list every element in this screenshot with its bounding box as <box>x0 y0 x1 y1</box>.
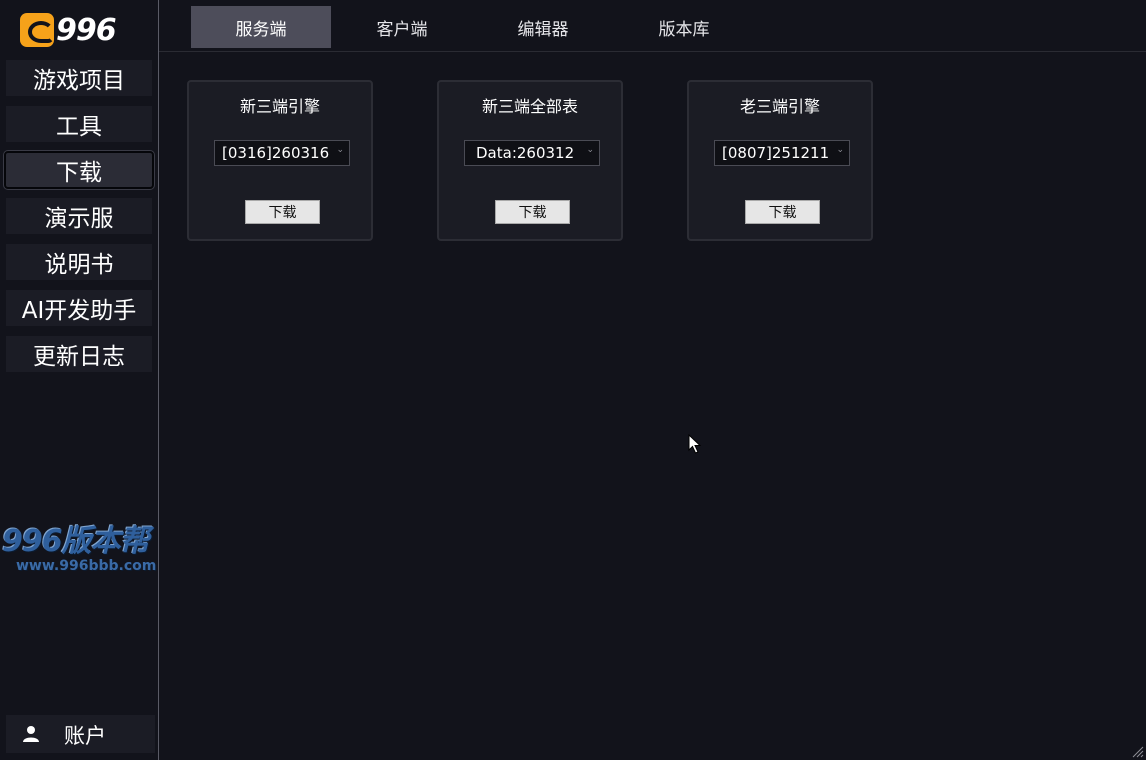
user-icon <box>23 726 39 742</box>
logo: 996 <box>20 12 134 48</box>
download-card-new-data: 新三端全部表 Data:260312 ⌄ 下载 <box>437 80 623 241</box>
chevron-down-icon: ⌄ <box>836 145 844 155</box>
download-button[interactable]: 下载 <box>245 200 320 224</box>
mouse-cursor-icon <box>688 434 702 454</box>
sidebar-item-tools[interactable]: 工具 <box>6 106 152 142</box>
download-card-old-engine: 老三端引擎 [0807]251211 ⌄ 下载 <box>687 80 873 241</box>
tab-bar: 服务端 客户端 编辑器 版本库 <box>159 0 1146 52</box>
card-title: 新三端引擎 <box>239 97 320 116</box>
sidebar-item-projects[interactable]: 游戏项目 <box>6 60 152 96</box>
card-title: 新三端全部表 <box>481 97 578 116</box>
download-card-new-engine: 新三端引擎 [0316]260316 ⌄ 下载 <box>187 80 373 241</box>
sidebar-item-manual[interactable]: 说明书 <box>6 244 152 280</box>
download-button[interactable]: 下载 <box>745 200 820 224</box>
resize-grip-icon[interactable] <box>1132 746 1144 758</box>
account-button[interactable]: 账户 <box>6 715 155 753</box>
sidebar-item-ai-assistant[interactable]: AI开发助手 <box>6 290 152 326</box>
version-select[interactable]: [0807]251211 ⌄ <box>714 140 850 166</box>
sidebar-item-download[interactable]: 下载 <box>4 151 154 189</box>
account-label: 账户 <box>64 724 106 748</box>
tab-version-library[interactable]: 版本库 <box>614 6 754 48</box>
version-select[interactable]: Data:260312 ⌄ <box>464 140 600 166</box>
tab-server[interactable]: 服务端 <box>191 6 331 48</box>
sidebar-divider <box>158 0 159 760</box>
version-select-value: Data:260312 <box>476 144 575 162</box>
watermark-url: www.996bbb.com <box>16 558 157 574</box>
sidebar-item-changelog[interactable]: 更新日志 <box>6 336 152 372</box>
version-select-value: [0807]251211 <box>722 144 830 162</box>
sidebar-item-demo-server[interactable]: 演示服 <box>6 198 152 234</box>
chevron-down-icon: ⌄ <box>586 145 594 155</box>
watermark: 996版本帮 www.996bbb.com <box>0 506 210 584</box>
version-select-value: [0316]260316 <box>222 144 330 162</box>
card-title: 老三端引擎 <box>739 97 820 116</box>
chevron-down-icon: ⌄ <box>336 145 344 155</box>
download-button[interactable]: 下载 <box>495 200 570 224</box>
tab-client[interactable]: 客户端 <box>332 6 472 48</box>
version-select[interactable]: [0316]260316 ⌄ <box>214 140 350 166</box>
app-window: 996 游戏项目 工具 下载 演示服 说明书 AI开发助手 更新日志 996版本… <box>0 0 1146 760</box>
sidebar: 996 游戏项目 工具 下载 演示服 说明书 AI开发助手 更新日志 996版本… <box>0 0 158 760</box>
watermark-title: 996版本帮 <box>2 524 150 559</box>
dragon-logo-icon <box>20 13 54 47</box>
logo-text: 996 <box>56 12 117 48</box>
tab-editor[interactable]: 编辑器 <box>473 6 613 48</box>
